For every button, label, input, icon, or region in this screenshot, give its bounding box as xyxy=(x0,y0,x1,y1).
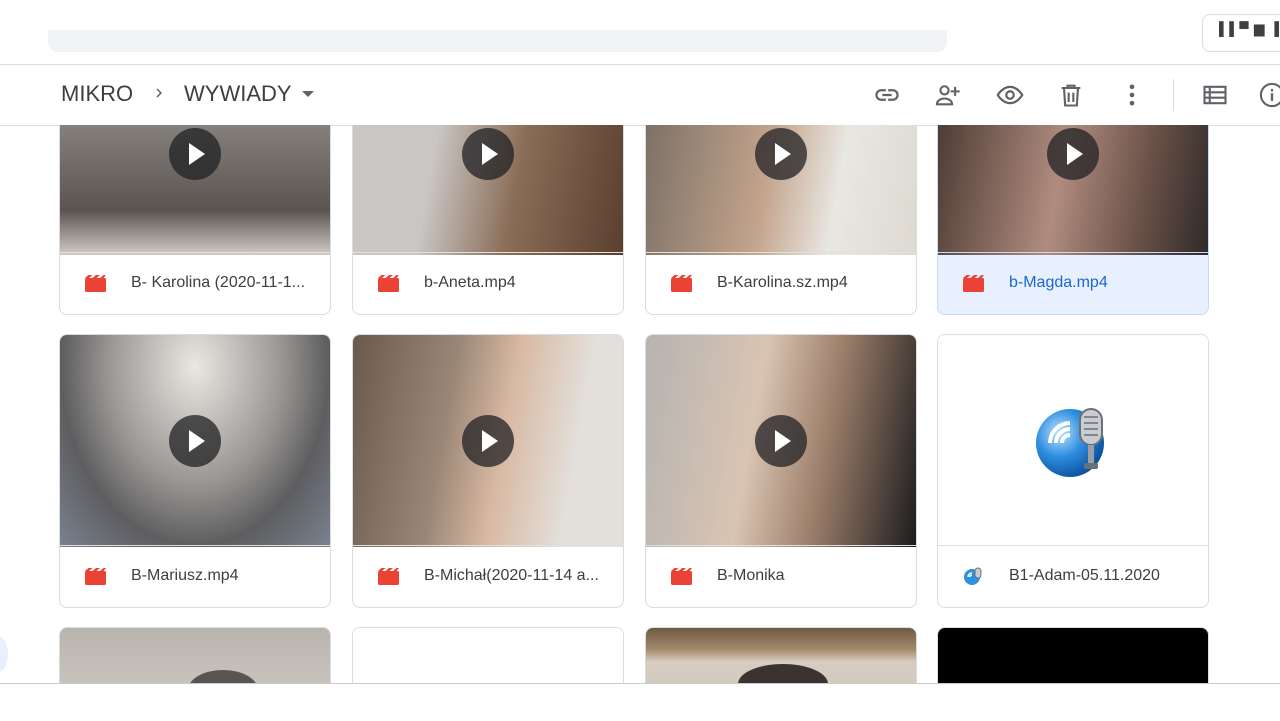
top-bar: ▌▌▀ ▆ ▐ xyxy=(0,0,1280,64)
bottom-strip xyxy=(0,683,1280,721)
file-card[interactable] xyxy=(352,627,624,685)
share-button[interactable] xyxy=(932,79,964,111)
file-label-row: B-Michał(2020-11-14 a... xyxy=(353,545,623,607)
file-label-row: B-Mariusz.mp4 xyxy=(60,545,330,607)
play-icon[interactable] xyxy=(462,415,514,467)
trash-icon xyxy=(1061,84,1081,107)
file-label-row: b-Magda.mp4 xyxy=(938,252,1208,314)
account-chip-text: ▌▌▀ ▆ ▐ xyxy=(1219,21,1280,36)
preview-eye-icon xyxy=(996,85,1024,105)
file-name: B-Karolina.sz.mp4 xyxy=(717,274,848,291)
file-label-row: B-Karolina.sz.mp4 xyxy=(646,252,916,314)
file-name: B1-Adam-05.11.2020 xyxy=(1009,567,1160,584)
file-label-row: B1-Adam-05.11.2020 xyxy=(938,545,1208,607)
play-icon[interactable] xyxy=(1047,128,1099,180)
video-file-icon xyxy=(378,568,399,585)
video-thumbnail xyxy=(60,125,330,255)
audio-file-icon xyxy=(964,567,982,585)
video-thumbnail xyxy=(938,125,1208,255)
file-grid: B- Karolina (2020-11-1... b-Aneta.mp4 B-… xyxy=(0,125,1280,685)
video-thumbnail xyxy=(646,125,916,255)
play-icon[interactable] xyxy=(462,128,514,180)
file-name: B-Mariusz.mp4 xyxy=(131,567,239,584)
head-silhouette xyxy=(738,664,828,685)
breadcrumb-parent[interactable]: MIKRO xyxy=(61,81,133,107)
add-person-icon xyxy=(935,85,960,106)
video-thumbnail xyxy=(938,628,1208,685)
video-file-icon xyxy=(671,275,692,292)
play-icon[interactable] xyxy=(755,128,807,180)
file-card[interactable] xyxy=(59,627,331,685)
file-card[interactable]: B1-Adam-05.11.2020 xyxy=(937,334,1209,608)
video-thumbnail xyxy=(646,335,916,547)
play-icon[interactable] xyxy=(755,415,807,467)
file-name: B-Monika xyxy=(717,567,785,584)
video-thumbnail xyxy=(646,628,916,685)
document-thumbnail xyxy=(353,628,623,685)
video-thumbnail xyxy=(60,335,330,547)
file-label-row: B-Monika xyxy=(646,545,916,607)
file-card[interactable]: B- Karolina (2020-11-1... xyxy=(59,125,331,315)
file-card[interactable]: b-Aneta.mp4 xyxy=(352,125,624,315)
file-card-selected[interactable]: b-Magda.mp4 xyxy=(937,125,1209,315)
file-name: B-Michał(2020-11-14 a... xyxy=(424,567,599,584)
video-file-icon xyxy=(378,275,399,292)
breadcrumb-current[interactable]: WYWIADY xyxy=(184,81,292,107)
file-card[interactable] xyxy=(645,627,917,685)
link-button[interactable] xyxy=(871,79,903,111)
file-name: b-Magda.mp4 xyxy=(1009,274,1108,291)
file-name: B- Karolina (2020-11-1... xyxy=(131,274,306,291)
file-label-row: B- Karolina (2020-11-1... xyxy=(60,252,330,314)
info-icon xyxy=(1259,82,1280,108)
play-icon[interactable] xyxy=(169,128,221,180)
more-actions-button[interactable] xyxy=(1116,79,1148,111)
video-file-icon xyxy=(85,275,106,292)
video-thumbnail xyxy=(353,335,623,547)
file-card[interactable]: B-Monika xyxy=(645,334,917,608)
video-thumbnail xyxy=(60,628,330,685)
list-view-button[interactable] xyxy=(1199,79,1231,111)
audio-thumbnail xyxy=(938,335,1208,547)
file-name: b-Aneta.mp4 xyxy=(424,274,516,291)
file-card[interactable]: B-Michał(2020-11-14 a... xyxy=(352,334,624,608)
breadcrumb-bar: MIKRO WYWIADY xyxy=(0,64,1280,126)
toolbar-divider xyxy=(1173,79,1174,111)
file-card[interactable] xyxy=(937,627,1209,685)
more-vert-icon xyxy=(1129,84,1135,106)
video-file-icon xyxy=(963,275,984,292)
details-button[interactable] xyxy=(1256,79,1280,111)
search-bar[interactable] xyxy=(48,30,947,52)
audio-microphone-icon xyxy=(1036,408,1104,477)
chevron-right-icon xyxy=(156,88,162,98)
video-file-icon xyxy=(85,568,106,585)
file-label-row: b-Aneta.mp4 xyxy=(353,252,623,314)
file-card[interactable]: B-Mariusz.mp4 xyxy=(59,334,331,608)
delete-button[interactable] xyxy=(1055,79,1087,111)
video-file-icon xyxy=(671,568,692,585)
play-icon[interactable] xyxy=(169,415,221,467)
list-view-icon xyxy=(1203,85,1227,105)
file-card[interactable]: B-Karolina.sz.mp4 xyxy=(645,125,917,315)
video-thumbnail xyxy=(353,125,623,255)
link-icon xyxy=(875,89,899,101)
preview-button[interactable] xyxy=(994,79,1026,111)
dropdown-arrow-icon[interactable] xyxy=(302,91,314,97)
account-chip[interactable]: ▌▌▀ ▆ ▐ xyxy=(1202,14,1280,52)
